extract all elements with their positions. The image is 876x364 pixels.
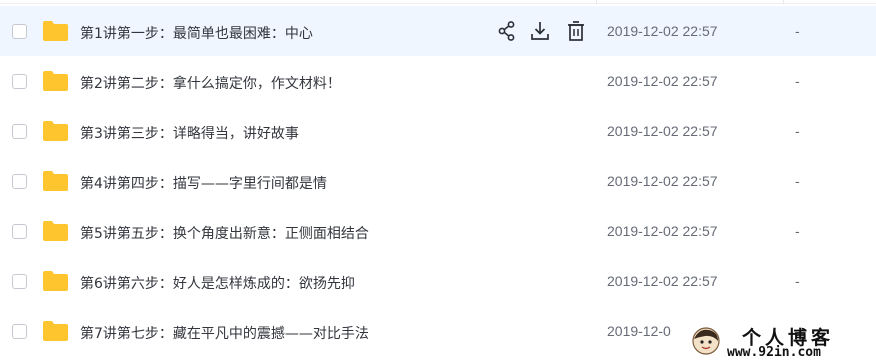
file-name[interactable]: 第6讲第六步：好人是怎样炼成的：欲扬先抑 (80, 273, 355, 293)
share-icon[interactable] (497, 20, 517, 42)
file-size: - (795, 173, 800, 189)
file-row[interactable]: 第4讲第四步：描写——字里行间都是情 2019-12-02 22:57 - (0, 156, 876, 206)
modified-time: 2019-12-02 22:57 (607, 223, 718, 239)
folder-icon (43, 321, 68, 341)
modified-time: 2019-12-0 (607, 323, 671, 339)
row-checkbox[interactable] (12, 24, 27, 39)
column-divider (596, 0, 597, 4)
file-row[interactable]: 第5讲第五步：换个角度出新意：正侧面相结合 2019-12-02 22:57 - (0, 206, 876, 256)
modified-time: 2019-12-02 22:57 (607, 73, 718, 89)
watermark-url: www.92in.com (727, 345, 821, 360)
row-checkbox[interactable] (12, 74, 27, 89)
folder-icon (43, 21, 68, 41)
folder-icon (43, 221, 68, 241)
file-name[interactable]: 第2讲第二步：拿什么搞定你，作文材料！ (80, 73, 341, 93)
modified-time: 2019-12-02 22:57 (607, 123, 718, 139)
watermark: 个人博客 www.92in.com (685, 320, 876, 364)
file-name[interactable]: 第4讲第四步：描写——字里行间都是情 (80, 173, 327, 193)
row-checkbox[interactable] (12, 324, 27, 339)
folder-icon (43, 271, 68, 291)
list-top-divider (0, 0, 876, 4)
watermark-avatar-icon (691, 326, 721, 356)
file-row[interactable]: 第6讲第六步：好人是怎样炼成的：欲扬先抑 2019-12-02 22:57 - (0, 256, 876, 306)
row-checkbox[interactable] (12, 224, 27, 239)
trash-icon[interactable] (566, 20, 586, 42)
file-size: - (795, 23, 800, 39)
row-checkbox[interactable] (12, 174, 27, 189)
file-row[interactable]: 第1讲第一步：最简单也最困难：中心 2019-12-02 22:57 - (0, 6, 876, 56)
modified-time: 2019-12-02 22:57 (607, 23, 718, 39)
file-row[interactable]: 第2讲第二步：拿什么搞定你，作文材料！ 2019-12-02 22:57 - (0, 56, 876, 106)
file-row[interactable]: 第3讲第三步：详略得当，讲好故事 2019-12-02 22:57 - (0, 106, 876, 156)
file-name[interactable]: 第1讲第一步：最简单也最困难：中心 (80, 23, 313, 43)
file-name[interactable]: 第5讲第五步：换个角度出新意：正侧面相结合 (80, 223, 369, 243)
folder-icon (43, 71, 68, 91)
column-divider (783, 0, 784, 4)
file-size: - (795, 123, 800, 139)
file-size: - (795, 273, 800, 289)
file-size: - (795, 223, 800, 239)
download-icon[interactable] (530, 20, 550, 42)
row-checkbox[interactable] (12, 124, 27, 139)
file-name[interactable]: 第3讲第三步：详略得当，讲好故事 (80, 123, 299, 143)
modified-time: 2019-12-02 22:57 (607, 173, 718, 189)
modified-time: 2019-12-02 22:57 (607, 273, 718, 289)
row-checkbox[interactable] (12, 274, 27, 289)
file-name[interactable]: 第7讲第七步：藏在平凡中的震撼——对比手法 (80, 323, 369, 343)
file-list: 第1讲第一步：最简单也最困难：中心 2019-12-02 22:57 - 第2讲… (0, 0, 876, 364)
folder-icon (43, 171, 68, 191)
file-size: - (795, 73, 800, 89)
folder-icon (43, 121, 68, 141)
